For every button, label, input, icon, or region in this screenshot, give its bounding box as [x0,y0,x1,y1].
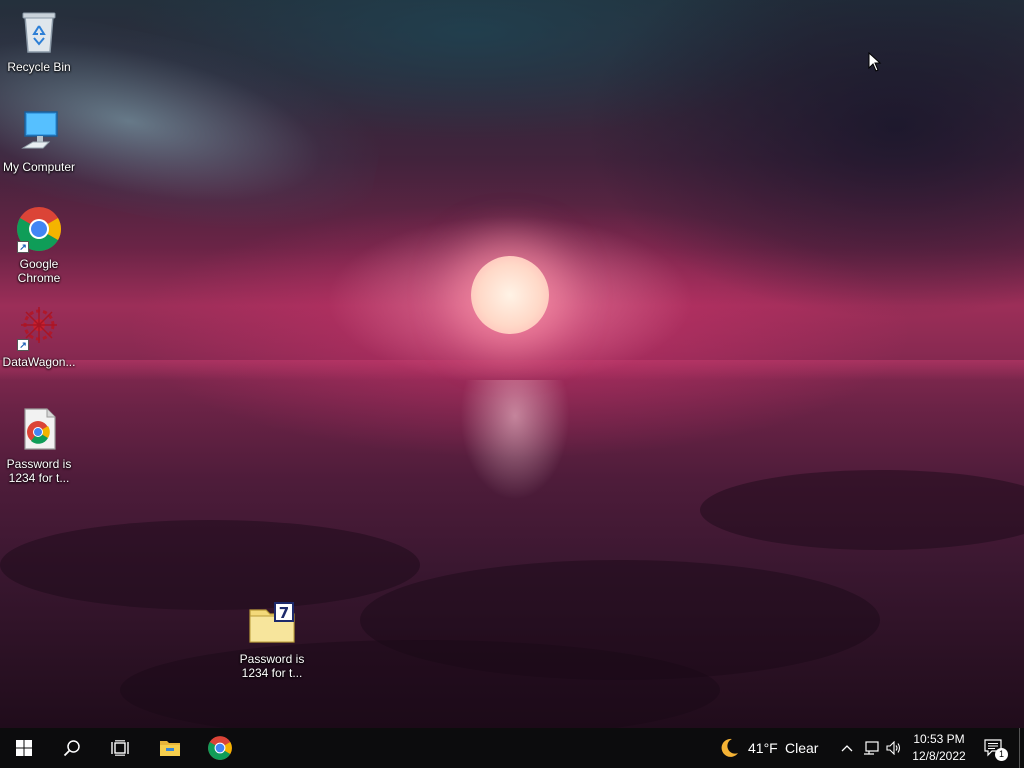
svg-text:7: 7 [279,604,289,622]
desktop-icon-label: Password is 1234 for t... [6,457,72,485]
desktop-icon-password-archive[interactable]: 7 Password is 1234 for t... [232,600,312,680]
datawagon-icon: ↗ [15,303,63,351]
desktop-icon-label: DataWagon... [2,355,76,369]
mouse-cursor-icon [868,51,882,77]
desktop-icon-google-chrome[interactable]: ↗ Google Chrome [0,205,79,285]
desktop-icon-label: My Computer [2,160,76,174]
shortcut-arrow-icon: ↗ [17,241,29,253]
clock-date: 12/8/2022 [912,749,966,763]
notification-count-badge: 1 [995,748,1008,761]
desktop-wallpaper[interactable]: Recycle Bin My Computer ↗ Google Chrome … [0,0,1024,728]
volume-button[interactable] [883,728,905,768]
weather-widget[interactable]: 41°F Clear [714,728,824,768]
taskbar: 41°F Clear 10:53 PM 12/8/2022 1 [0,728,1024,768]
weather-condition: Clear [785,740,819,756]
moon-icon [721,738,738,757]
desktop-icon-label: Google Chrome [17,257,61,285]
task-view-button[interactable] [96,728,144,768]
desktop-icon-label: Password is 1234 for t... [239,652,305,680]
desktop-icon-my-computer[interactable]: My Computer [0,108,79,174]
wallpaper-glint [460,380,570,500]
network-icon [864,741,879,755]
wallpaper-cloud [584,0,1024,320]
7zip-archive-icon: 7 [248,600,296,648]
computer-icon [15,108,63,156]
wallpaper-sun [471,256,549,334]
recycle-bin-icon [15,8,63,56]
chrome-taskbar-button[interactable] [196,728,244,768]
task-view-icon [111,740,129,756]
chrome-html-file-icon [15,405,63,453]
search-icon [63,740,80,757]
show-hidden-icons-button[interactable] [836,728,858,768]
volume-icon [886,741,901,755]
search-button[interactable] [48,728,96,768]
desktop-icon-label: Recycle Bin [7,60,71,74]
clock-time: 10:53 PM [913,732,965,746]
chrome-icon [208,736,232,760]
action-center-button[interactable]: 1 [976,728,1012,768]
wallpaper-wave [0,520,420,610]
start-button[interactable] [0,728,48,768]
clock[interactable]: 10:53 PM 12/8/2022 [906,731,972,765]
wallpaper-horizon [0,360,1024,380]
windows-logo-icon [16,740,32,756]
show-desktop-button[interactable] [1019,728,1024,768]
desktop-icon-password-file[interactable]: Password is 1234 for t... [0,405,79,485]
file-explorer-icon [160,741,180,756]
desktop-icon-recycle-bin[interactable]: Recycle Bin [0,8,79,74]
chevron-up-icon [841,745,853,752]
shortcut-arrow-icon: ↗ [17,339,29,351]
network-button[interactable] [860,728,882,768]
chrome-icon: ↗ [15,205,63,253]
wallpaper-wave [700,470,1024,550]
weather-temperature: 41°F [748,740,778,756]
file-explorer-taskbar-button[interactable] [146,728,194,768]
desktop-icon-datawagon[interactable]: ↗ DataWagon... [0,303,79,369]
